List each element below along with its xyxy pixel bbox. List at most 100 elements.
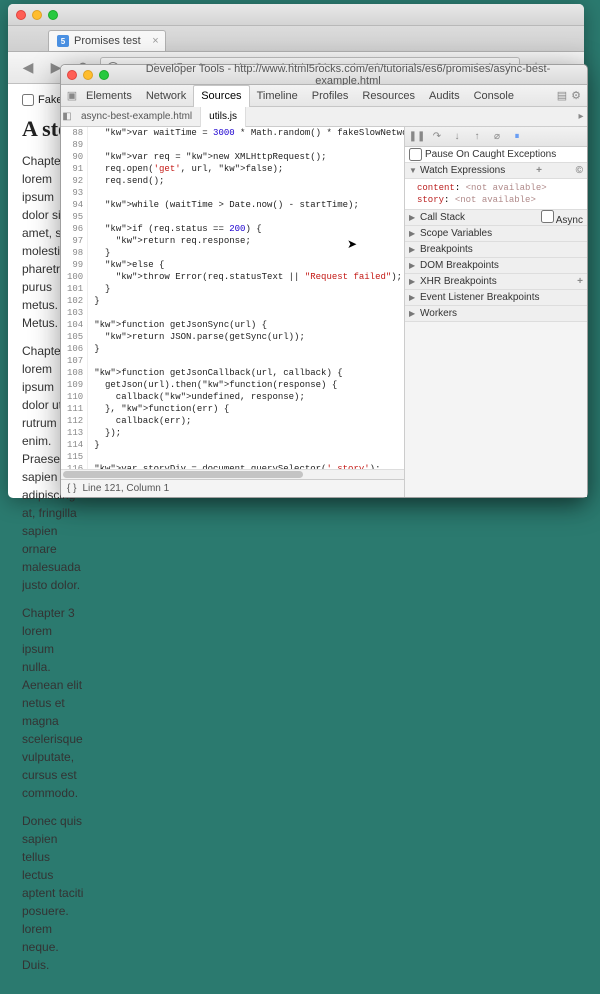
minimize-window-button[interactable] <box>83 70 93 80</box>
code-line[interactable]: 100 "kw">throw Error(req.statusText || "… <box>61 271 404 283</box>
step-over-button[interactable]: ↷ <box>430 130 444 144</box>
panel-elements[interactable]: Elements <box>79 85 139 107</box>
code-line[interactable]: 113 }); <box>61 427 404 439</box>
code-line[interactable]: 106} <box>61 343 404 355</box>
line-number[interactable]: 109 <box>61 379 88 391</box>
code-line[interactable]: 88 "kw">var waitTime = 3000 * Math.rando… <box>61 127 404 139</box>
async-checkbox[interactable] <box>541 210 554 223</box>
add-xhr-breakpoint-icon[interactable]: + <box>577 276 583 287</box>
refresh-watch-icon[interactable]: © <box>573 165 583 176</box>
line-number[interactable]: 88 <box>61 127 88 139</box>
watch-item[interactable]: content: <not available> <box>417 182 575 194</box>
line-number[interactable]: 94 <box>61 199 88 211</box>
line-number[interactable]: 91 <box>61 163 88 175</box>
pause-on-caught-checkbox[interactable] <box>409 148 422 161</box>
code-line[interactable]: 112 callback(err); <box>61 415 404 427</box>
watch-item[interactable]: story: <not available> <box>417 194 575 206</box>
scrollbar-thumb[interactable] <box>63 471 303 478</box>
line-number[interactable]: 90 <box>61 151 88 163</box>
more-tabs-icon[interactable]: ▸ <box>575 111 587 122</box>
code-line[interactable]: 103 <box>61 307 404 319</box>
code-line[interactable]: 111 }, "kw">function(err) { <box>61 403 404 415</box>
add-watch-icon[interactable]: + <box>536 165 542 176</box>
code-line[interactable]: 92 req.send(); <box>61 175 404 187</box>
code-line[interactable]: 99 "kw">else { <box>61 259 404 271</box>
async-checkbox-row[interactable]: Async <box>541 210 583 226</box>
line-number[interactable]: 89 <box>61 139 88 151</box>
settings-icon[interactable]: ⚙ <box>569 89 583 103</box>
code-line[interactable]: 97 "kw">return req.response; <box>61 235 404 247</box>
code-line[interactable]: 105 "kw">return JSON.parse(getSync(url))… <box>61 331 404 343</box>
line-number[interactable]: 97 <box>61 235 88 247</box>
code-line[interactable]: 114} <box>61 439 404 451</box>
code-line[interactable]: 104"kw">function getJsonSync(url) { <box>61 319 404 331</box>
code-line[interactable]: 110 callback("kw">undefined, response); <box>61 391 404 403</box>
navigator-icon[interactable]: ◧ <box>61 111 73 122</box>
code-line[interactable]: 96 "kw">if (req.status == 200) { <box>61 223 404 235</box>
xhr-breakpoints-header[interactable]: ▶XHR Breakpoints+ <box>405 274 587 290</box>
line-number[interactable]: 113 <box>61 427 88 439</box>
call-stack-header[interactable]: ▶ Call Stack Async <box>405 210 587 226</box>
panel-profiles[interactable]: Profiles <box>305 85 356 107</box>
pause-on-exceptions-button[interactable]: ⏸ <box>510 130 524 144</box>
step-into-button[interactable]: ↓ <box>450 130 464 144</box>
file-tab[interactable]: async-best-example.html <box>73 107 201 127</box>
line-number[interactable]: 92 <box>61 175 88 187</box>
close-window-button[interactable] <box>67 70 77 80</box>
code-line[interactable]: 95 <box>61 211 404 223</box>
line-number[interactable]: 112 <box>61 415 88 427</box>
code-line[interactable]: 115 <box>61 451 404 463</box>
code-line[interactable]: 98 } <box>61 247 404 259</box>
line-number[interactable]: 96 <box>61 223 88 235</box>
dom-breakpoints-header[interactable]: ▶DOM Breakpoints <box>405 258 587 274</box>
line-number[interactable]: 105 <box>61 331 88 343</box>
brace-icon[interactable]: { } <box>67 483 76 494</box>
line-number[interactable]: 95 <box>61 211 88 223</box>
file-tab[interactable]: utils.js <box>201 107 246 127</box>
panel-network[interactable]: Network <box>139 85 193 107</box>
panel-timeline[interactable]: Timeline <box>250 85 305 107</box>
event-listener-breakpoints-header[interactable]: ▶Event Listener Breakpoints <box>405 290 587 306</box>
code-line[interactable]: 108"kw">function getJsonCallback(url, ca… <box>61 367 404 379</box>
code-line[interactable]: 102} <box>61 295 404 307</box>
minimize-window-button[interactable] <box>32 10 42 20</box>
code-line[interactable]: 94 "kw">while (waitTime > Date.now() - s… <box>61 199 404 211</box>
pause-button[interactable]: ❚❚ <box>410 130 424 144</box>
line-number[interactable]: 93 <box>61 187 88 199</box>
breakpoints-header[interactable]: ▶Breakpoints <box>405 242 587 258</box>
line-number[interactable]: 110 <box>61 391 88 403</box>
line-number[interactable]: 99 <box>61 259 88 271</box>
line-number[interactable]: 98 <box>61 247 88 259</box>
zoom-window-button[interactable] <box>48 10 58 20</box>
line-number[interactable]: 101 <box>61 283 88 295</box>
line-number[interactable]: 115 <box>61 451 88 463</box>
line-number[interactable]: 107 <box>61 355 88 367</box>
line-number[interactable]: 100 <box>61 271 88 283</box>
code-line[interactable]: 93 <box>61 187 404 199</box>
panel-resources[interactable]: Resources <box>355 85 422 107</box>
fake-delay-input[interactable] <box>22 94 34 106</box>
code-line[interactable]: 89 <box>61 139 404 151</box>
step-out-button[interactable]: ↑ <box>470 130 484 144</box>
code-line[interactable]: 91 req.open('get', url, "kw">false); <box>61 163 404 175</box>
line-number[interactable]: 103 <box>61 307 88 319</box>
panel-sources[interactable]: Sources <box>193 85 249 107</box>
inspect-icon[interactable]: ▣ <box>65 89 79 103</box>
close-window-button[interactable] <box>16 10 26 20</box>
line-number[interactable]: 104 <box>61 319 88 331</box>
deactivate-breakpoints-button[interactable]: ⌀ <box>490 130 504 144</box>
line-number[interactable]: 102 <box>61 295 88 307</box>
code-viewport[interactable]: 88 "kw">var waitTime = 3000 * Math.rando… <box>61 127 404 469</box>
code-line[interactable]: 90 "kw">var req = "kw">new XMLHttpReques… <box>61 151 404 163</box>
drawer-icon[interactable]: ▤ <box>555 89 569 103</box>
scope-variables-header[interactable]: ▶Scope Variables <box>405 226 587 242</box>
horizontal-scrollbar[interactable] <box>61 469 404 479</box>
line-number[interactable]: 111 <box>61 403 88 415</box>
back-button[interactable]: ◀ <box>16 57 40 79</box>
tab-close-icon[interactable]: × <box>152 35 158 47</box>
line-number[interactable]: 114 <box>61 439 88 451</box>
line-number[interactable]: 106 <box>61 343 88 355</box>
line-number[interactable]: 108 <box>61 367 88 379</box>
watch-expressions-header[interactable]: ▼ Watch Expressions + © <box>405 163 587 179</box>
workers-header[interactable]: ▶Workers <box>405 306 587 322</box>
